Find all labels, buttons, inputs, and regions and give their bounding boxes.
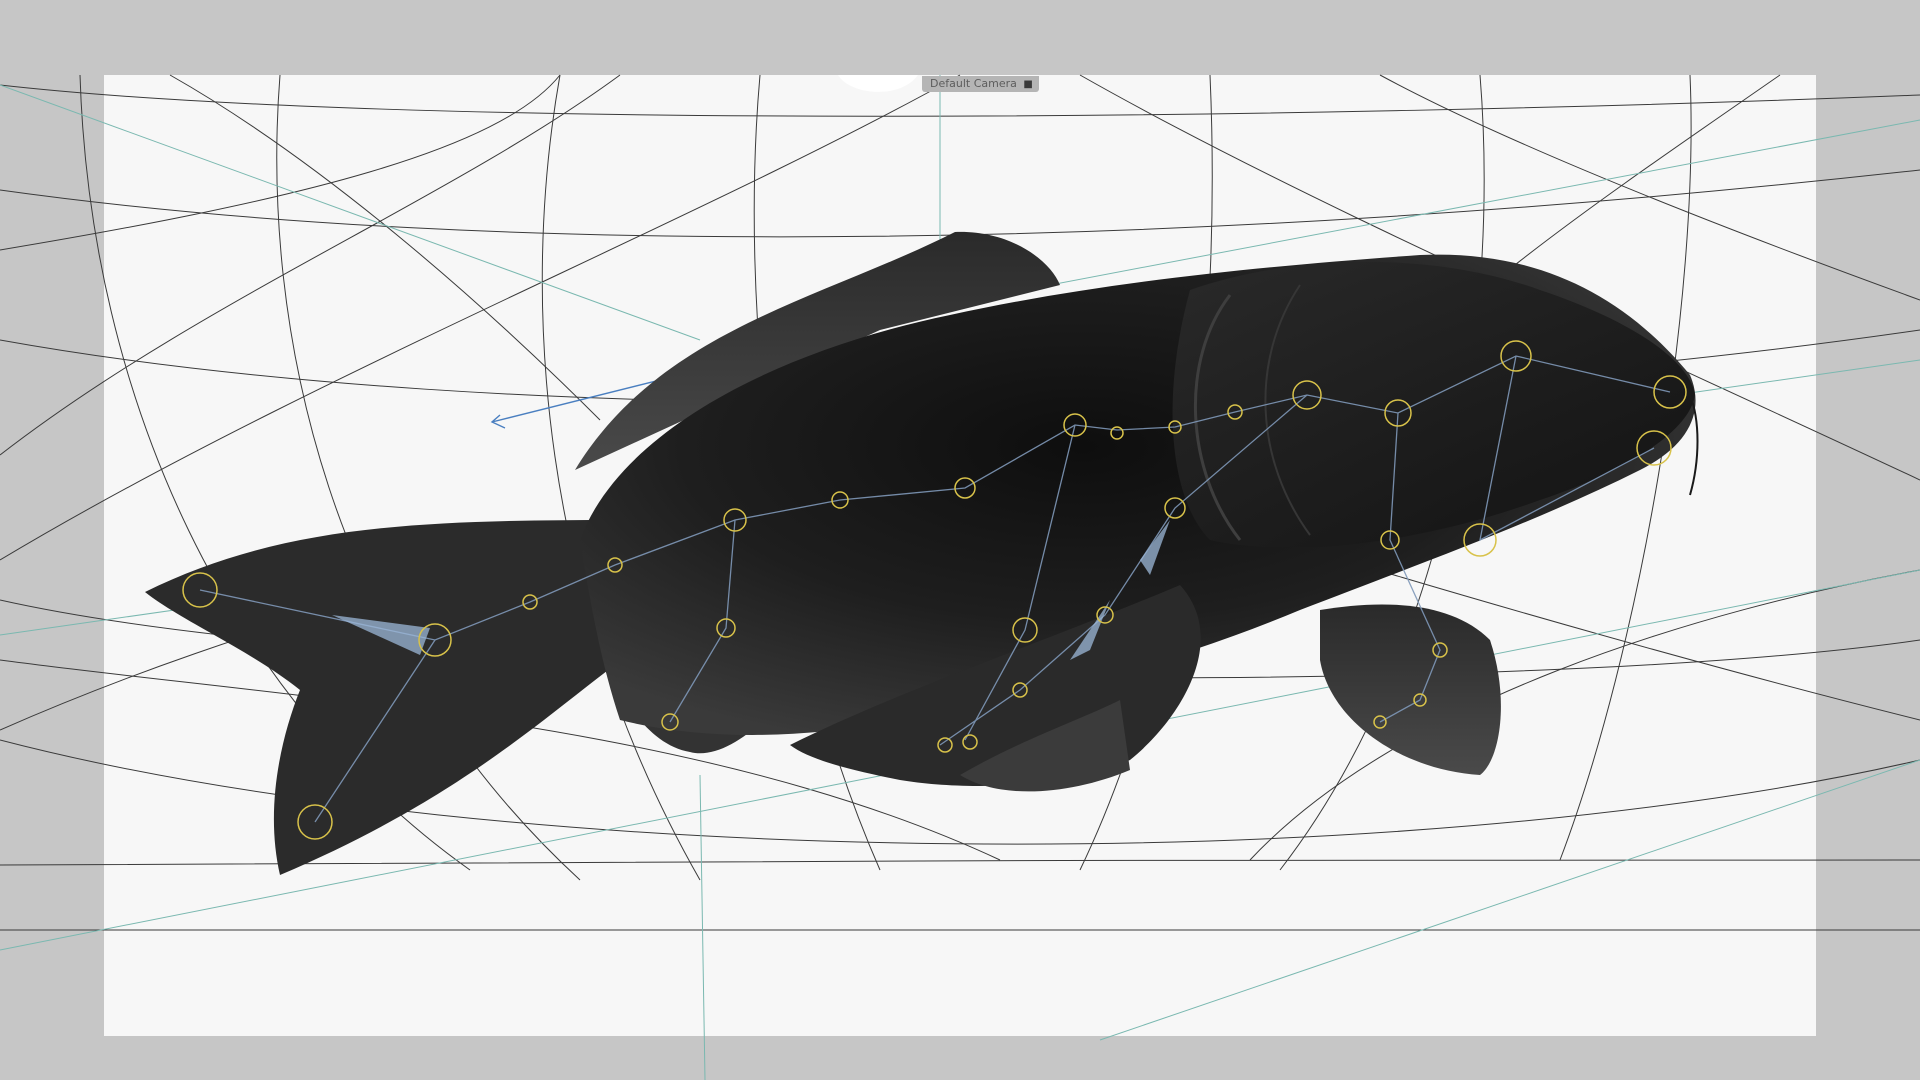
fish-mesh[interactable] [145, 231, 1699, 875]
scene-canvas[interactable] [0, 0, 1920, 1080]
light-source-icon[interactable] [838, 75, 918, 92]
3d-viewport[interactable]: Default Camera ■ [0, 0, 1920, 1080]
camera-name-text: Default Camera [930, 77, 1017, 90]
camera-name-label[interactable]: Default Camera ■ [922, 76, 1039, 92]
camera-icon[interactable]: ■ [1023, 77, 1032, 93]
